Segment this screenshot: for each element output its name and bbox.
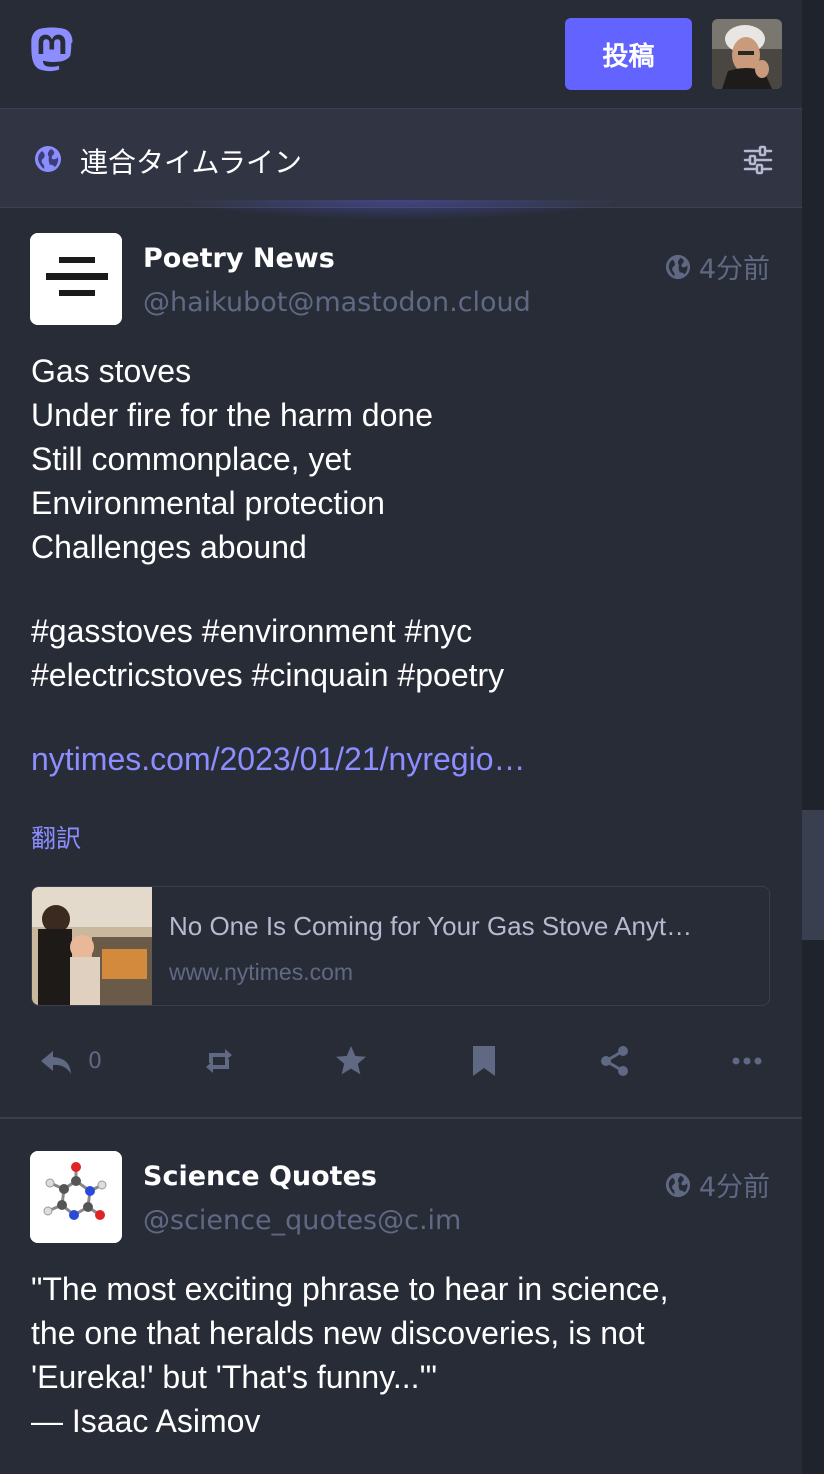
- public-visibility-icon: [665, 254, 690, 279]
- account-handle[interactable]: @science_quotes@c.im: [143, 1205, 461, 1236]
- status-content: Gas stoves Under fire for the harm done …: [31, 349, 762, 781]
- boost-button[interactable]: [201, 1036, 237, 1086]
- display-name[interactable]: Science Quotes: [143, 1161, 377, 1192]
- status-link[interactable]: nytimes.com/2023/01/21/nyregio…: [31, 737, 762, 781]
- translate-button[interactable]: 翻訳: [31, 819, 81, 855]
- bookmark-button[interactable]: [466, 1036, 502, 1086]
- star-icon: [336, 1046, 366, 1075]
- globe-icon: [35, 146, 61, 172]
- boost-icon: [206, 1049, 232, 1073]
- status-avatar[interactable]: [30, 1151, 122, 1243]
- mastodon-app: 投稿 連合タイムライン Poetry News @haikubot@mastod…: [0, 0, 802, 1474]
- reply-count: 0: [88, 1048, 102, 1074]
- status-item[interactable]: Poetry News @haikubot@mastodon.cloud 4分前…: [0, 207, 802, 1118]
- content-line: Under fire for the harm done: [31, 397, 433, 433]
- content-line: Still commonplace, yet: [31, 441, 352, 477]
- column-header: 連合タイムライン: [0, 108, 802, 208]
- top-bar: 投稿: [0, 0, 802, 108]
- account-handle[interactable]: @haikubot@mastodon.cloud: [143, 287, 531, 318]
- content-line: "The most exciting phrase to hear in sci…: [31, 1271, 669, 1307]
- share-icon: [601, 1046, 628, 1076]
- more-options-button[interactable]: [729, 1036, 765, 1086]
- content-line: — Isaac Asimov: [31, 1403, 261, 1439]
- content-line: Gas stoves: [31, 353, 192, 389]
- hashtag-line[interactable]: #gasstoves #environment #nyc: [31, 609, 762, 653]
- link-preview-card[interactable]: No One Is Coming for Your Gas Stove Anyt…: [31, 886, 770, 1006]
- user-avatar-image: [712, 19, 782, 89]
- poetry-news-logo-icon: [30, 233, 122, 325]
- status-time[interactable]: 4分前: [665, 1165, 770, 1204]
- column-settings-icon[interactable]: [743, 145, 773, 175]
- user-avatar[interactable]: [712, 19, 782, 89]
- bookmark-icon: [473, 1046, 495, 1076]
- hashtag-line[interactable]: #electricstoves #cinquain #poetry: [31, 653, 762, 697]
- status-time[interactable]: 4分前: [665, 247, 770, 286]
- card-title[interactable]: No One Is Coming for Your Gas Stove Anyt…: [169, 911, 754, 942]
- reply-button[interactable]: 0: [38, 1036, 102, 1086]
- status-content: "The most exciting phrase to hear in sci…: [31, 1267, 762, 1443]
- public-visibility-icon: [665, 1172, 690, 1197]
- content-line: the one that heralds new discoveries, is…: [31, 1315, 645, 1351]
- share-button[interactable]: [597, 1036, 633, 1086]
- ellipsis-icon: [732, 1057, 762, 1065]
- content-line: Environmental protection: [31, 485, 385, 521]
- status-avatar[interactable]: [30, 233, 122, 325]
- card-host: www.nytimes.com: [169, 959, 354, 985]
- status-item[interactable]: Science Quotes @science_quotes@c.im 4分前 …: [0, 1118, 802, 1474]
- card-thumbnail: [32, 887, 152, 1005]
- favourite-button[interactable]: [333, 1036, 369, 1086]
- status-action-bar: 0: [0, 1036, 802, 1086]
- relative-time: 4分前: [698, 1172, 770, 1203]
- scrollbar[interactable]: [802, 0, 824, 1474]
- reply-icon: [41, 1051, 71, 1074]
- column-title: 連合タイムライン: [80, 146, 303, 179]
- scrollbar-thumb[interactable]: [802, 810, 824, 940]
- relative-time: 4分前: [698, 254, 770, 285]
- content-line: 'Eureka!' but 'That's funny...'": [31, 1359, 437, 1395]
- molecule-icon: [30, 1151, 122, 1243]
- content-line: Challenges abound: [31, 529, 307, 565]
- mastodon-logo-icon[interactable]: [30, 27, 74, 73]
- compose-post-button[interactable]: 投稿: [565, 18, 692, 90]
- display-name[interactable]: Poetry News: [143, 243, 335, 274]
